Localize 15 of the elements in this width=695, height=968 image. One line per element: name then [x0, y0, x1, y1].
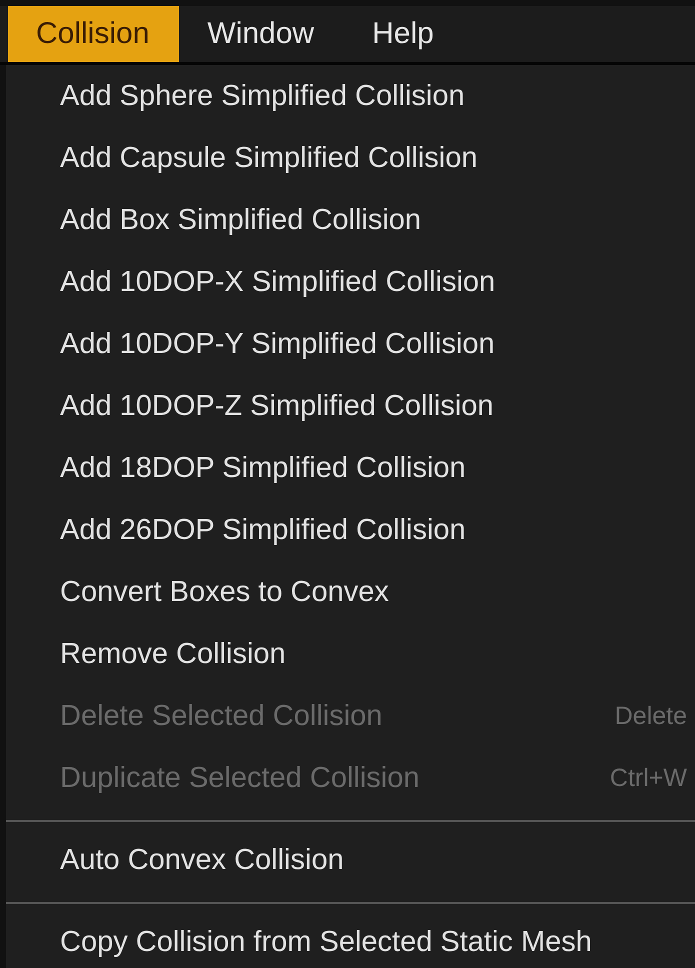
menu-item[interactable]: Add 26DOP Simplified Collision	[6, 499, 695, 561]
menu-item[interactable]: Add 18DOP Simplified Collision	[6, 437, 695, 499]
menu-item[interactable]: Copy Collision from Selected Static Mesh	[6, 911, 695, 968]
menu-item[interactable]: Remove Collision	[6, 623, 695, 685]
menu-item[interactable]: Add Box Simplified Collision	[6, 189, 695, 251]
menu-item[interactable]: Add 10DOP-Z Simplified Collision	[6, 375, 695, 437]
menu-item[interactable]: Add 10DOP-X Simplified Collision	[6, 251, 695, 313]
menu-title[interactable]: Help	[344, 6, 464, 62]
menu-item[interactable]: Add Sphere Simplified Collision	[6, 65, 695, 127]
menu-title[interactable]: Collision	[8, 6, 180, 62]
menu-item[interactable]: Add Capsule Simplified Collision	[6, 127, 695, 189]
menu-item[interactable]: Add 10DOP-Y Simplified Collision	[6, 313, 695, 375]
menu-item[interactable]: Convert Boxes to Convex	[6, 561, 695, 623]
menu-title[interactable]: Window	[179, 6, 344, 62]
menu-item[interactable]: Auto Convex Collision	[6, 829, 695, 891]
